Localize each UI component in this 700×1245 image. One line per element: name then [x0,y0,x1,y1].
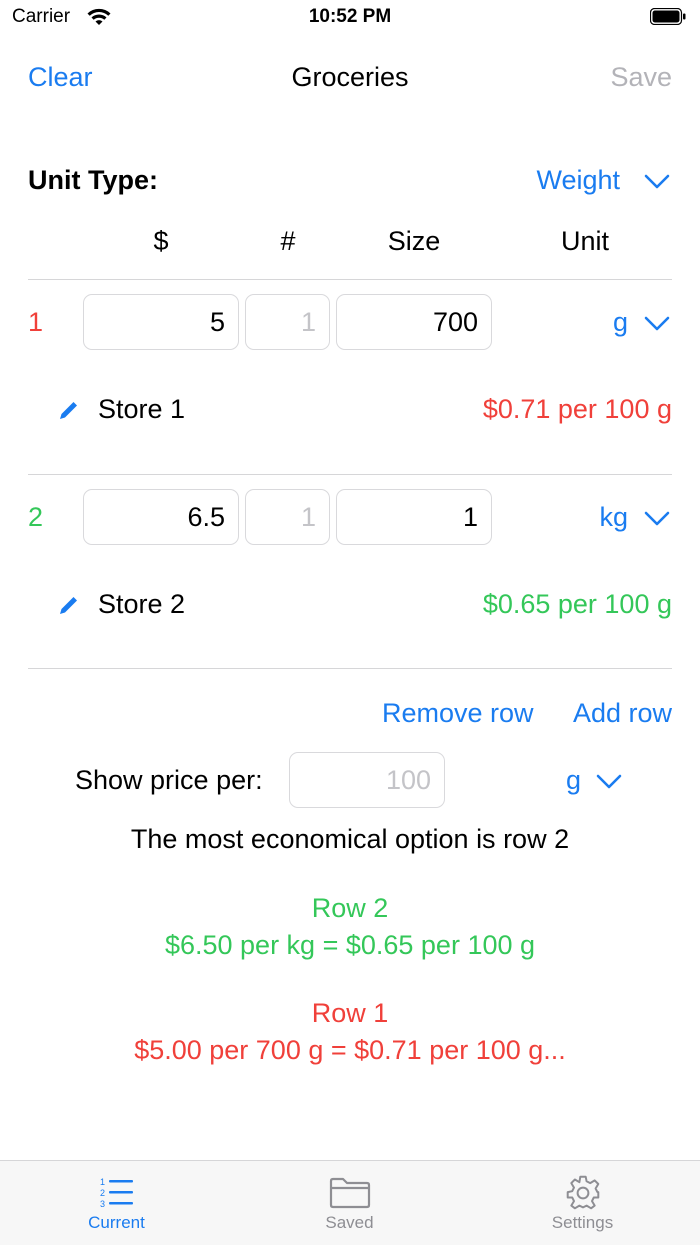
unit-price-label: $0.65 per 100 g [482,589,672,619]
folder-icon [329,1177,370,1209]
count-field[interactable]: 1 [245,294,330,350]
numbered-list-icon: 1 2 3 [100,1177,133,1209]
battery-icon [650,8,686,25]
svg-text:3: 3 [100,1199,105,1209]
svg-text:2: 2 [100,1188,105,1198]
unit-picker[interactable]: kg [540,502,628,533]
other-option-title: Row 1 [311,998,389,1028]
svg-text:1: 1 [100,1177,105,1187]
size-field[interactable]: 700 [336,294,492,350]
tab-settings[interactable]: Settings [466,1175,699,1233]
tab-current[interactable]: 1 2 3 Current [0,1175,233,1233]
remove-row-button[interactable]: Remove row [382,698,534,729]
pencil-icon[interactable] [57,398,81,422]
divider [28,668,672,669]
pencil-icon[interactable] [57,593,81,617]
chevron-down-icon[interactable] [596,774,622,790]
store-name[interactable]: Store 1 [98,394,185,425]
status-time: 10:52 PM [308,6,392,27]
unit-price-label: $0.71 per 100 g [482,394,672,424]
column-header-unit: Unit [560,226,609,256]
save-button[interactable]: Save [610,62,672,93]
add-row-button[interactable]: Add row [573,698,672,729]
tab-label: Current [88,1213,145,1232]
result-headline: The most economical option is row 2 [130,824,570,854]
row-number: 2 [28,502,44,532]
best-option-title: Row 2 [311,893,389,923]
store-name[interactable]: Store 2 [98,589,185,620]
chevron-down-icon[interactable] [644,174,670,190]
row-number: 1 [28,307,44,337]
unit-type-label: Unit Type: [28,165,158,195]
unit-picker[interactable]: g [540,307,628,338]
tab-label: Settings [551,1213,614,1232]
page-title: Groceries [291,62,409,92]
price-field[interactable]: 5 [83,294,239,350]
tab-label: Saved [325,1213,374,1232]
other-option-detail: $5.00 per 700 g = $0.71 per 100 g... [134,1035,566,1065]
chevron-down-icon[interactable] [644,511,670,527]
gear-icon [566,1175,599,1210]
show-price-label: Show price per: [75,765,263,795]
column-header-count: # [280,226,296,256]
price-per-unit-picker[interactable]: g [540,765,581,796]
divider [28,474,672,475]
tab-saved[interactable]: Saved [233,1175,466,1233]
count-field[interactable]: 1 [245,489,330,545]
column-header-size: Size [387,226,441,256]
chevron-down-icon[interactable] [644,316,670,332]
unit-type-picker[interactable]: Weight [536,165,620,196]
price-field[interactable]: 6.5 [83,489,239,545]
divider [28,279,672,280]
column-header-price: $ [153,226,169,256]
price-per-quantity-field[interactable]: 100 [289,752,445,808]
best-option-detail: $6.50 per kg = $0.65 per 100 g [164,930,536,960]
size-field[interactable]: 1 [336,489,492,545]
tab-bar: 1 2 3 Current Saved Settings [0,1160,700,1245]
